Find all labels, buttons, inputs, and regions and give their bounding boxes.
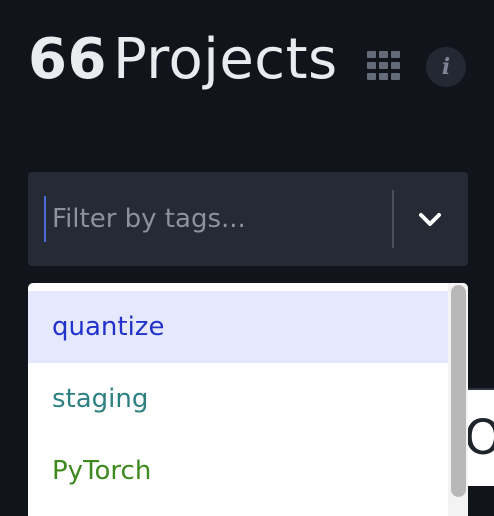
background-partial-text: O: [464, 412, 494, 464]
tag-filter: [28, 172, 468, 266]
scrollbar-thumb[interactable]: [451, 285, 466, 497]
grid-view-icon[interactable]: [367, 51, 400, 80]
tag-option-label: staging: [52, 384, 149, 414]
tag-dropdown-list: quantize staging PyTorch: [28, 283, 468, 516]
tag-option-pytorch[interactable]: PyTorch: [28, 435, 448, 507]
chevron-down-icon[interactable]: [410, 200, 450, 240]
project-count: 66: [28, 27, 107, 92]
filter-divider: [392, 190, 394, 248]
page-title: 66 Projects: [28, 24, 338, 96]
tag-option-label: quantize: [52, 312, 165, 342]
tag-option-quantize[interactable]: quantize: [28, 291, 448, 363]
projects-page: 66Projects i O quantize staging PyTorch: [0, 0, 494, 516]
tag-filter-input[interactable]: [44, 196, 392, 242]
info-icon-glyph: i: [441, 54, 451, 80]
tag-option-staging[interactable]: staging: [28, 363, 448, 435]
info-icon[interactable]: i: [426, 47, 466, 87]
dropdown-scrollbar[interactable]: [448, 283, 468, 516]
tag-option-label: PyTorch: [52, 456, 152, 486]
title-word: Projects: [112, 27, 338, 92]
